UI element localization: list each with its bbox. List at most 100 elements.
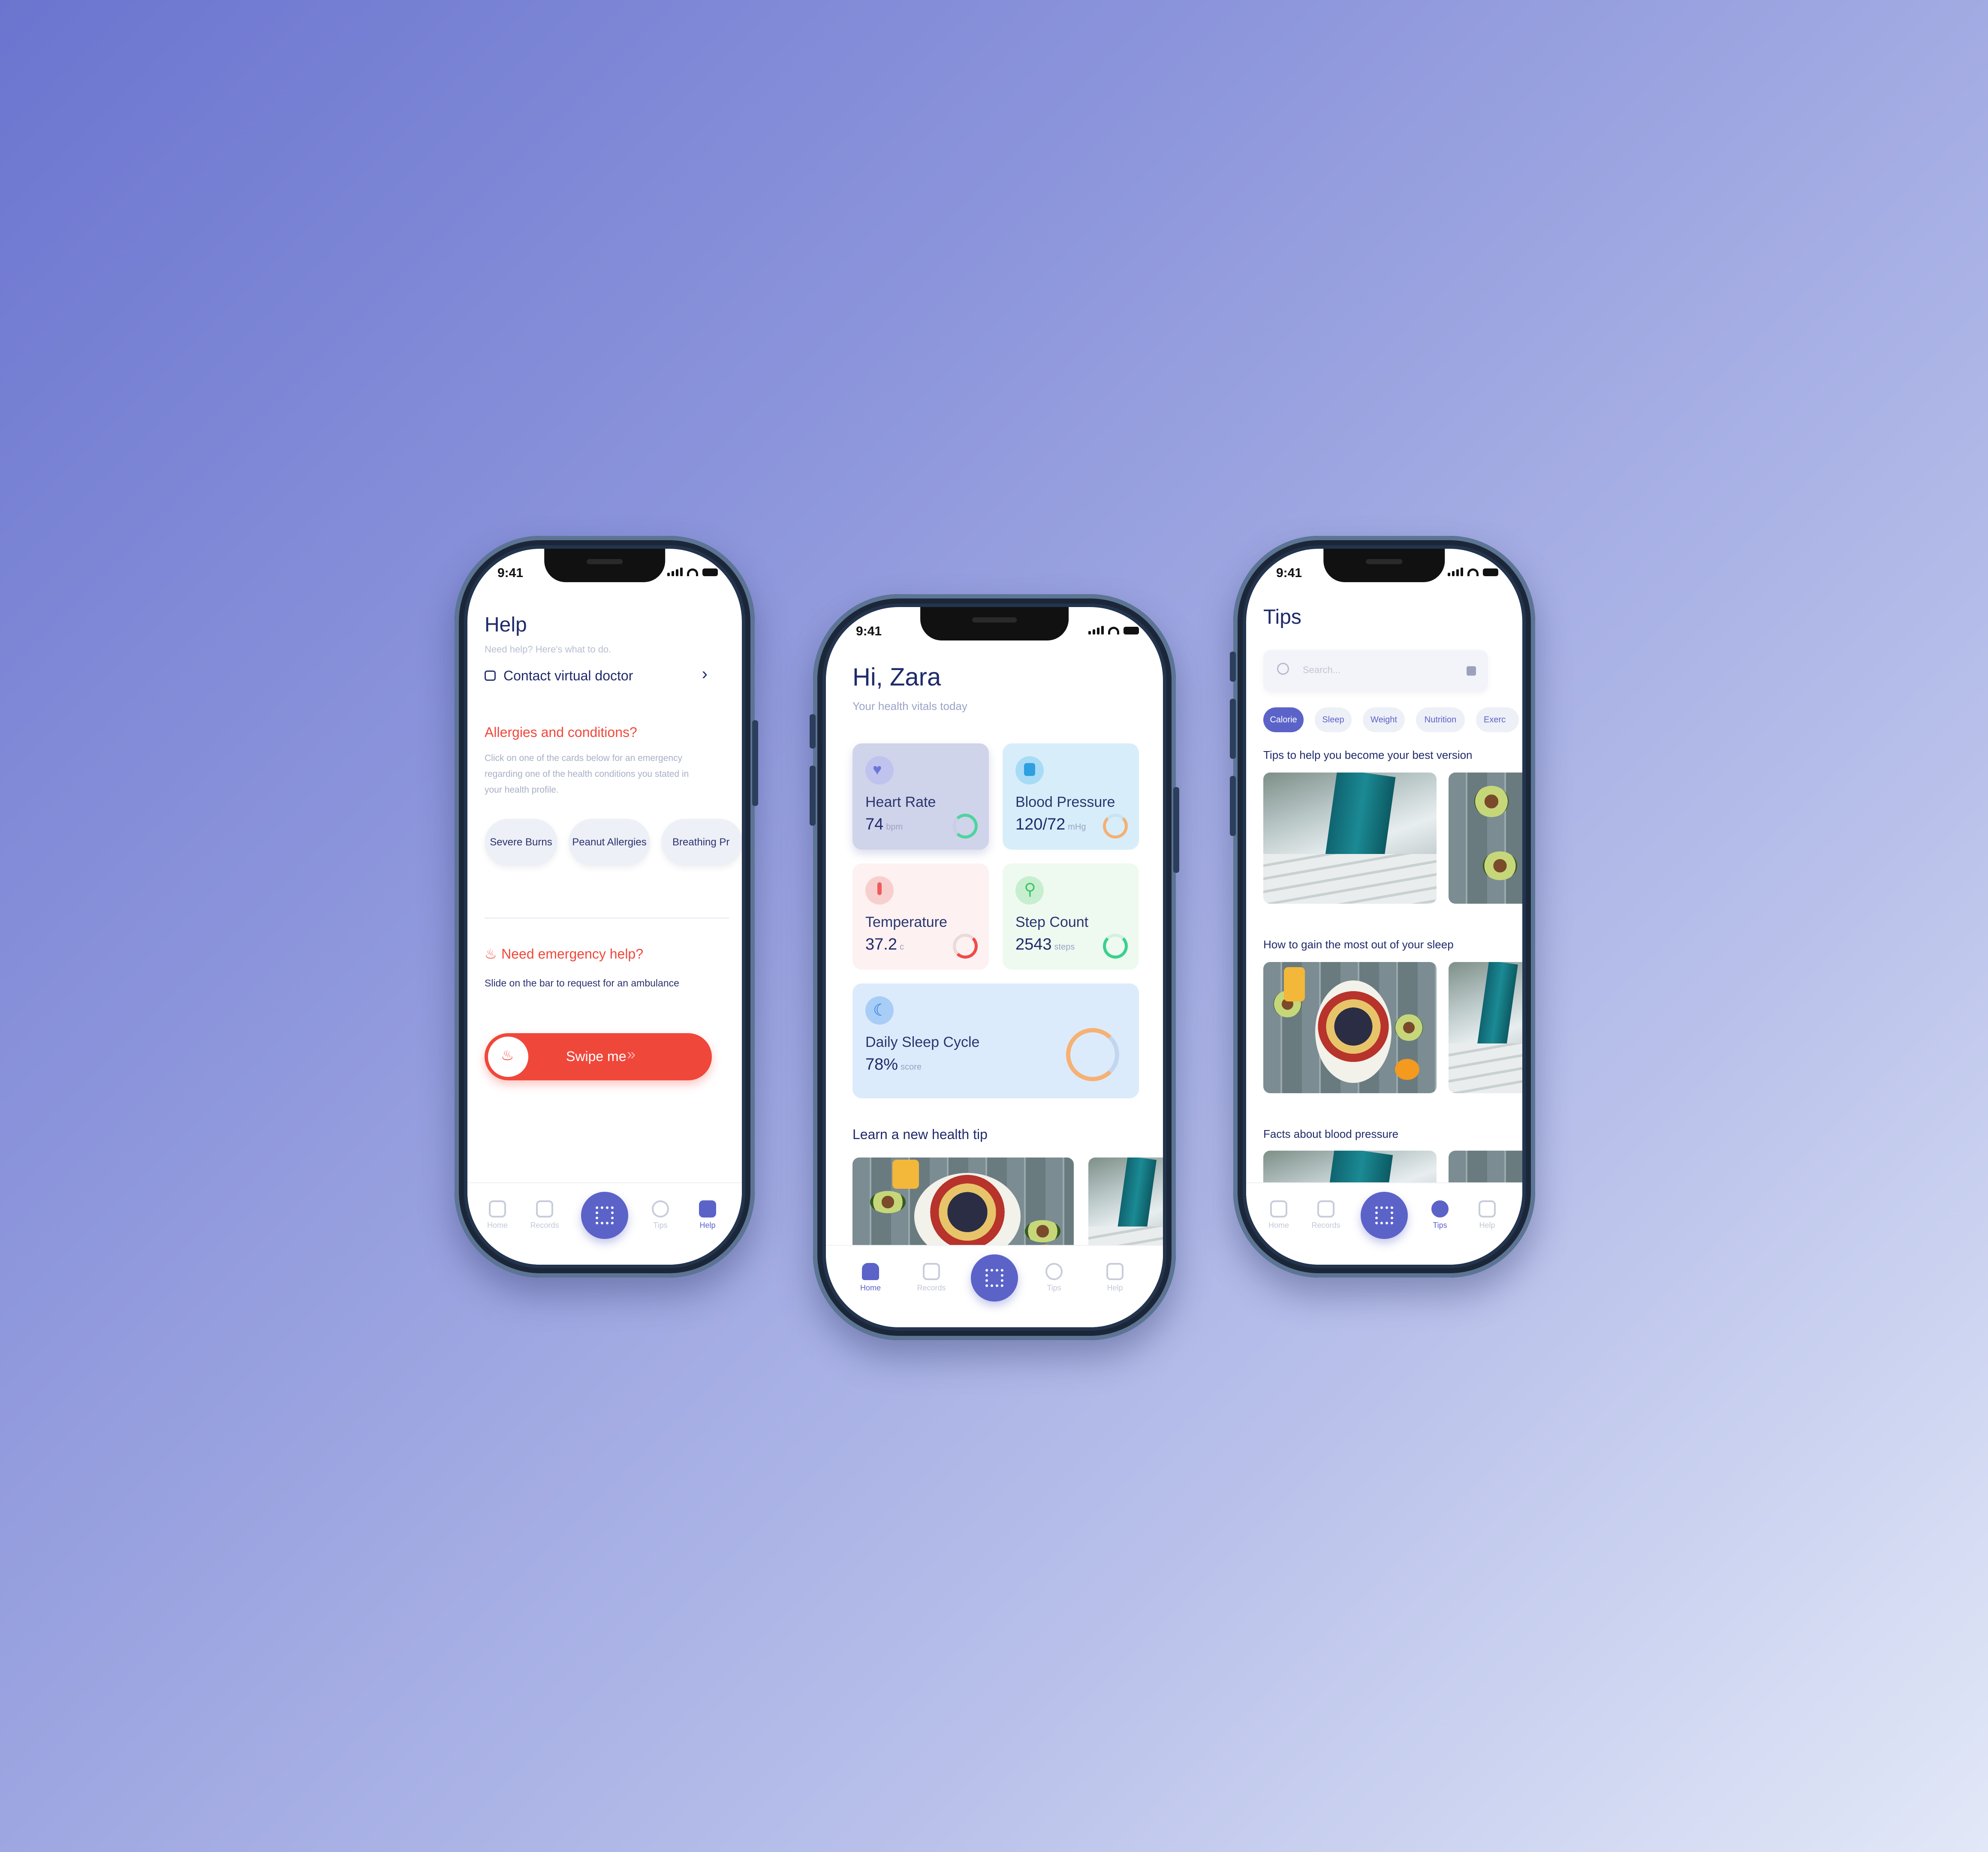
tab-tips[interactable]: Tips [1028, 1263, 1080, 1293]
notch [1323, 549, 1445, 582]
swipe-handle[interactable]: ♨ [488, 1037, 528, 1077]
thermometer-icon [865, 876, 894, 905]
filter-icon[interactable] [1467, 666, 1476, 676]
tab-home[interactable]: Home [472, 1200, 523, 1230]
allergies-description: Click on one of the cards below for an e… [485, 753, 689, 795]
tab-help[interactable]: Help [1461, 1200, 1513, 1230]
vital-unit: mHg [1068, 822, 1086, 832]
category-chip[interactable]: Sleep [1315, 707, 1352, 732]
tab-home[interactable]: Home [1253, 1200, 1304, 1230]
document-icon [536, 1200, 553, 1218]
status-icons [667, 568, 718, 576]
tips-screen: 9:41 Tips Search... Calorie Sleep Weight… [1246, 549, 1522, 1265]
tab-label: Help [1107, 1284, 1123, 1292]
category-chip[interactable]: Nutrition [1416, 707, 1465, 732]
page-title: Tips [1263, 606, 1301, 628]
vital-card-heart-rate[interactable]: ♥ Heart Rate 74 bpm [852, 743, 989, 850]
swipe-bar[interactable]: ♨ Swipe me » [485, 1033, 712, 1080]
condition-card[interactable]: Peanut Allergies [569, 819, 650, 866]
battery-icon [702, 568, 718, 576]
emergency-header: ♨ Need emergency help? [485, 946, 643, 962]
swipe-label: Swipe me [566, 1049, 627, 1064]
scan-button[interactable] [581, 1192, 628, 1239]
vital-number: 37.2 [865, 935, 897, 953]
home-screen: 9:41 Hi, Zara Your health vitals today ♥… [826, 607, 1163, 1327]
contact-virtual-doctor[interactable]: Contact virtual doctor › [485, 661, 708, 691]
page-title: Help [485, 613, 527, 636]
vital-unit: c [899, 942, 904, 952]
bulb-icon [1045, 1263, 1063, 1280]
double-chevron-icon: » [627, 1045, 636, 1063]
blood-pressure-icon [1015, 756, 1044, 785]
tab-records[interactable]: Records [1300, 1200, 1352, 1230]
vital-unit: bpm [886, 822, 903, 832]
home-icon [1270, 1200, 1287, 1218]
tab-home[interactable]: Home [845, 1263, 896, 1293]
tab-records[interactable]: Records [519, 1200, 570, 1230]
scan-button[interactable] [971, 1254, 1018, 1302]
document-icon [923, 1263, 940, 1280]
tab-tips[interactable]: Tips [635, 1200, 686, 1230]
help-chat-icon [1106, 1263, 1124, 1280]
sleep-unit: score [901, 1062, 922, 1072]
tab-label: Tips [1047, 1284, 1061, 1292]
moon-icon: ☾ [865, 996, 894, 1025]
phone-help: 9:41 Help Need help? Here's what to do. … [455, 536, 758, 1278]
tab-help[interactable]: Help [682, 1200, 733, 1230]
tab-label: Records [1311, 1221, 1340, 1230]
progress-ring [1103, 934, 1128, 959]
greeting-subtitle: Your health vitals today [852, 700, 967, 713]
search-bar[interactable]: Search... [1263, 650, 1488, 691]
tip-heading: Learn a new health tip [852, 1127, 988, 1142]
tab-tips[interactable]: Tips [1414, 1200, 1466, 1230]
tip-image[interactable] [1263, 773, 1437, 904]
sleep-value: 78% score [865, 1055, 922, 1074]
divider [485, 917, 729, 919]
battery-icon [1124, 627, 1139, 634]
vital-card-blood-pressure[interactable]: Blood Pressure 120/72 mHg [1003, 743, 1139, 850]
document-icon [1317, 1200, 1334, 1218]
tip-image[interactable] [1449, 773, 1522, 904]
condition-card[interactable]: Breathing Pr [661, 819, 742, 866]
sleep-title: Daily Sleep Cycle [865, 1034, 980, 1050]
sleep-cycle-card[interactable]: ☾ Daily Sleep Cycle 78% score [852, 983, 1139, 1098]
search-icon [1277, 663, 1289, 675]
battery-icon [1483, 568, 1498, 576]
tab-label: Records [917, 1284, 946, 1292]
vital-number: 120/72 [1015, 815, 1066, 833]
condition-card[interactable]: Severe Burns [485, 819, 557, 866]
heart-icon: ♥ [865, 756, 894, 785]
tip-image[interactable] [1263, 962, 1437, 1093]
vital-card-temperature[interactable]: Temperature 37.2 c [852, 863, 989, 970]
siren-icon: ♨ [485, 946, 497, 962]
vital-number: 74 [865, 815, 884, 833]
tab-label: Help [699, 1221, 716, 1230]
side-button [1230, 652, 1236, 682]
category-chip[interactable]: Calorie [1263, 707, 1304, 732]
help-chat-icon [1479, 1200, 1496, 1218]
vital-value: 2543 steps [1015, 935, 1075, 954]
vital-value: 37.2 c [865, 935, 904, 954]
scan-button[interactable] [1361, 1192, 1408, 1239]
tab-label: Help [1479, 1221, 1495, 1230]
tab-help[interactable]: Help [1089, 1263, 1141, 1293]
walking-icon: ⚲ [1015, 876, 1044, 905]
section-heading: Tips to help you become your best versio… [1263, 749, 1473, 761]
category-chip[interactable]: Weight [1363, 707, 1405, 732]
tab-label: Tips [653, 1221, 668, 1230]
progress-ring [953, 814, 978, 839]
tab-records[interactable]: Records [906, 1263, 957, 1293]
category-chip[interactable]: Exerc [1476, 707, 1519, 732]
sleep-ring [1066, 1028, 1119, 1081]
side-button [1230, 776, 1236, 836]
allergies-title: Allergies and conditions? [485, 725, 637, 740]
tip-image[interactable] [1449, 962, 1522, 1093]
search-input[interactable]: Search... [1303, 664, 1340, 676]
signal-icon [667, 568, 683, 576]
vital-title: Step Count [1015, 914, 1089, 930]
tab-label: Records [530, 1221, 559, 1230]
vital-card-step-count[interactable]: ⚲ Step Count 2543 steps [1003, 863, 1139, 970]
phone-tips: 9:41 Tips Search... Calorie Sleep Weight… [1230, 536, 1535, 1278]
contact-label: Contact virtual doctor [503, 668, 633, 683]
status-time: 9:41 [497, 566, 524, 580]
